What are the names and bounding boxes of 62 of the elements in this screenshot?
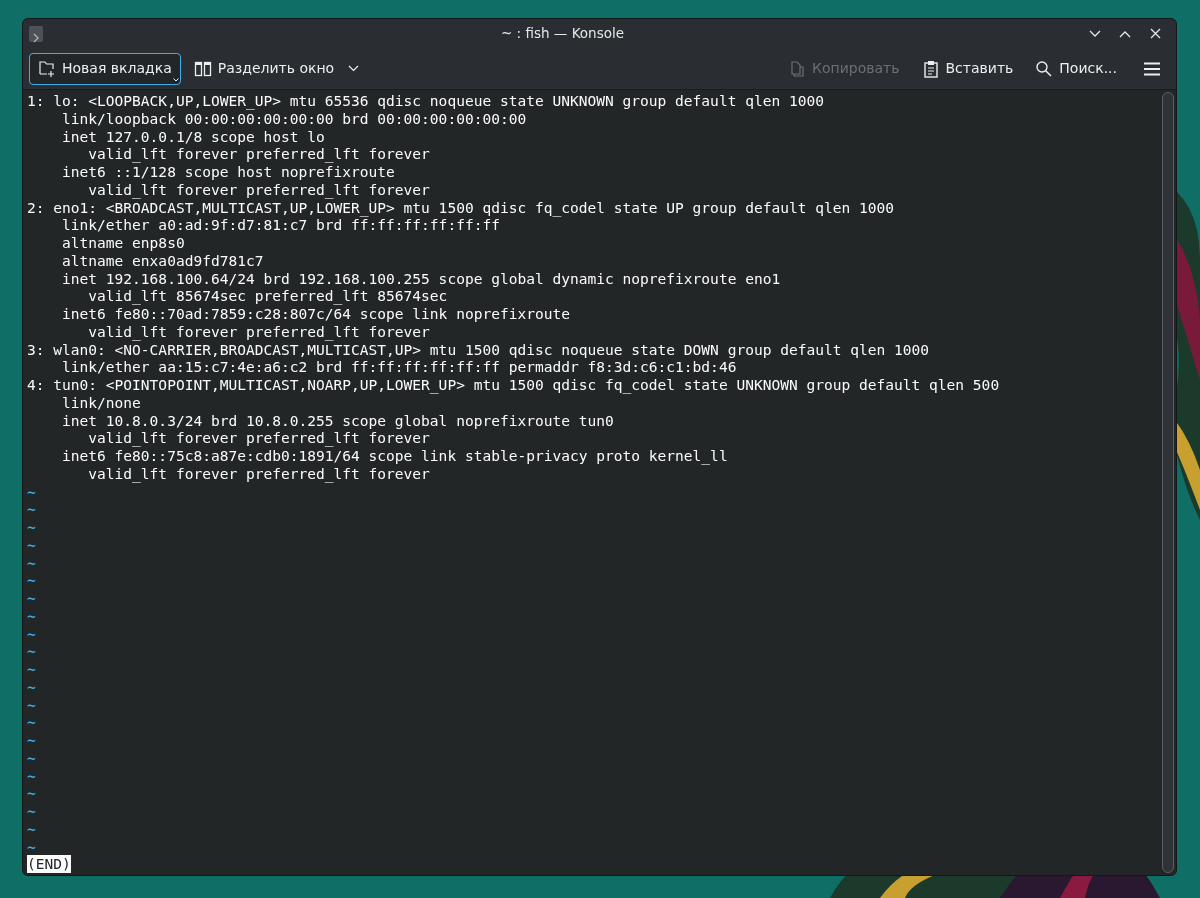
caret-icon <box>348 65 360 73</box>
empty-line-marker: ~ <box>27 482 36 501</box>
terminal-line: 3: wlan0: <NO-CARRIER,BROADCAST,MULTICAST,UP> mtu 1500 qdisc noqueue state DOWN group default qlen 1000 <box>27 340 930 359</box>
terminal-line: 4: tun0: <POINTOPOINT,MULTICAST,NOARP,UP,LOWER_UP> mtu 1500 qdisc fq_codel state UNKNOWN group default qlen 500 <box>27 376 1000 394</box>
terminal-line: inet 10.8.0.3/24 brd 10.8.0.255 scope global noprefixroute tun0 <box>61 411 614 430</box>
copy-icon <box>788 59 807 78</box>
pager-status: (END) <box>27 855 71 873</box>
terminal-line: inet 127.0.0.1/8 scope host lo <box>61 127 325 146</box>
empty-line-marker: ~ <box>27 837 36 856</box>
empty-line-marker: ~ <box>27 553 36 572</box>
new-tab-icon <box>38 59 56 78</box>
empty-line-marker: ~ <box>27 677 36 696</box>
search-button[interactable]: Поиск... <box>1026 52 1126 85</box>
empty-line-marker: ~ <box>27 731 36 749</box>
terminal-line: link/none <box>61 393 141 412</box>
terminal-line: altname enp8s0 <box>61 234 185 252</box>
terminal-line: link/ether a0:ad:9f:d7:81:c7 brd ff:ff:ff:ff:ff:ff <box>61 216 500 234</box>
split-view-icon <box>193 59 212 78</box>
empty-line-marker: ~ <box>27 642 36 660</box>
terminal-line: valid_lft forever preferred_lft forever <box>87 180 430 199</box>
terminal-line: valid_lft 85674sec preferred_lft 85674sec <box>87 287 448 305</box>
empty-line-marker: ~ <box>27 660 36 678</box>
menu-icon <box>1143 60 1161 77</box>
terminal-line: inet6 ::1/128 scope host noprefixroute <box>61 163 395 181</box>
window-title: ~ : fish — Konsole <box>501 25 624 42</box>
search-icon <box>1035 59 1054 78</box>
empty-line-marker: ~ <box>27 571 36 589</box>
chevron-up-icon <box>1119 29 1131 38</box>
terminal-line: valid_lft forever preferred_lft forever <box>87 145 430 163</box>
scrollbar[interactable] <box>1162 92 1174 873</box>
empty-line-marker: ~ <box>27 606 36 625</box>
empty-line-marker: ~ <box>27 713 36 731</box>
empty-line-marker: ~ <box>27 500 36 518</box>
empty-line-marker: ~ <box>27 624 36 643</box>
terminal-line: valid_lft forever preferred_lft forever <box>87 429 430 447</box>
empty-line-marker: ~ <box>27 784 36 802</box>
app-menu-icon[interactable] <box>29 25 43 42</box>
close-icon <box>1149 28 1161 40</box>
empty-line-marker: ~ <box>27 695 36 714</box>
terminal-line: inet 192.168.100.64/24 brd 192.168.100.255 scope global dynamic noprefixroute eno1 <box>61 269 781 288</box>
terminal-line: 1: lo: <LOOPBACK,UP,LOWER_UP> mtu 65536 qdisc noqueue state UNKNOWN group default qlen 1000 <box>27 92 824 110</box>
empty-line-marker: ~ <box>27 748 36 767</box>
empty-line-marker: ~ <box>27 802 36 820</box>
terminal-line: valid_lft forever preferred_lft forever <box>87 464 430 483</box>
terminal-line: valid_lft forever preferred_lft forever <box>87 322 430 341</box>
terminal-line: altname enxa0ad9fd781c7 <box>61 251 264 270</box>
caret-icon <box>172 77 179 82</box>
terminal-line: inet6 fe80::70ad:7859:c28:807c/64 scope link noprefixroute <box>61 305 570 323</box>
terminal-line: 2: eno1: <BROADCAST,MULTICAST,UP,LOWER_UP> mtu 1500 qdisc fq_codel state UP group default qlen 1000 <box>27 198 895 217</box>
empty-line-marker: ~ <box>27 766 36 785</box>
new-tab-button[interactable]: Новая вкладка <box>29 52 181 85</box>
empty-line-marker: ~ <box>27 589 36 607</box>
empty-line-marker: ~ <box>27 819 36 838</box>
chevron-down-icon <box>1089 29 1101 38</box>
clipboard-icon <box>921 59 940 78</box>
split-view-button[interactable]: Разделить окно <box>184 52 369 85</box>
terminal-line: inet6 fe80::75c8:a87e:cdb0:1891/64 scope link stable-privacy proto kernel_ll <box>61 447 728 465</box>
paste-button[interactable]: Вставить <box>912 52 1023 85</box>
empty-line-marker: ~ <box>27 535 36 554</box>
terminal-line: link/loopback 00:00:00:00:00:00 brd 00:00:00:00:00:00 <box>61 109 527 128</box>
terminal-line: link/ether aa:15:c7:4e:a6:c2 brd ff:ff:ff:ff:ff:ff permaddr f8:3d:c6:c1:bd:46 <box>61 358 737 376</box>
empty-line-marker: ~ <box>27 518 36 536</box>
